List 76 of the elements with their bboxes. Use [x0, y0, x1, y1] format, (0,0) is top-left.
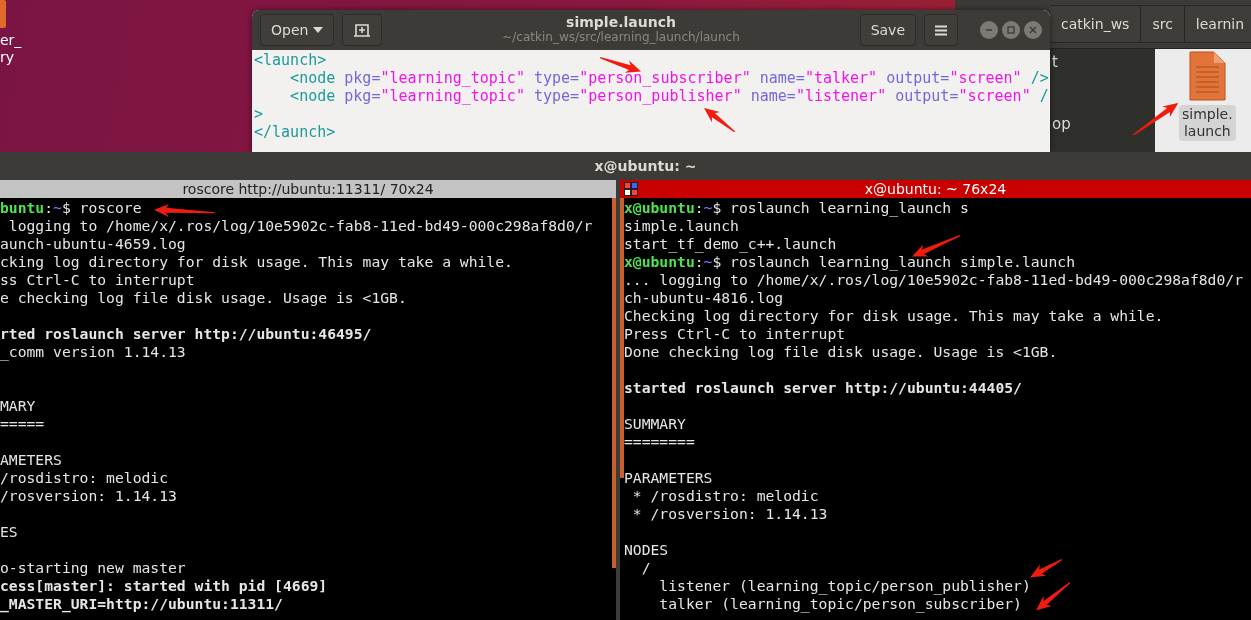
menu-button[interactable]: [924, 14, 958, 46]
output-line: /rosversion: 1.14.13: [0, 487, 177, 505]
close-button[interactable]: [1024, 21, 1042, 39]
sidebar-item[interactable]: t: [1052, 53, 1058, 71]
new-tab-button[interactable]: [342, 14, 383, 46]
minimize-button[interactable]: [980, 21, 998, 39]
open-button[interactable]: Open: [260, 14, 335, 46]
terminal-pane[interactable]: [620, 180, 1251, 620]
output-line: Press Ctrl-C to interrupt: [624, 325, 846, 343]
annotation-arrow: [912, 235, 961, 257]
output-line: o-starting new master: [0, 559, 186, 577]
output-line: start_tf_demo_c++.launch: [624, 235, 837, 253]
output-line: PARAMETERS: [624, 469, 713, 487]
output-line: ss Ctrl-C to interrupt: [0, 271, 195, 289]
output-line: Done checking log file disk usage. Usage is <1GB.: [624, 343, 1058, 361]
output-line: talker (learning_topic/person_subscriber): [658, 595, 1022, 613]
output-line: cess[master]: started with pid [4669]: [0, 577, 328, 595]
output-line: ES: [0, 523, 18, 541]
code-line: <launch>: [254, 51, 327, 69]
output-line: _comm version 1.14.13: [0, 343, 186, 361]
prompt-line: x@ubuntu:~$ roslaunch learning_launch s: [624, 199, 969, 217]
menu-icon: [935, 24, 947, 36]
minimize-icon: [985, 26, 993, 34]
output-line: rted roslaunch server http://ubuntu:46495/: [0, 325, 372, 343]
output-line: logging to /home/x/.ros/log/10e5902c-fab8-11ed-bd49-000c298af8d0/r: [7, 217, 593, 235]
document-icon[interactable]: [1187, 51, 1228, 101]
output-line: ========: [624, 433, 695, 451]
output-line: _MASTER_URI=http://ubuntu:11311/: [0, 595, 283, 613]
output-line: ... logging to /home/x/.ros/log/10e5902c-fab8-11ed-bd49-000c298af8d0/r: [624, 271, 1243, 289]
code-line: <node pkg="learning_topic" type="person_publisher" name="listener" output="screen" /: [289, 87, 1049, 105]
output-line: cking log directory for disk usage. This may take a while.: [0, 253, 513, 271]
path-button[interactable]: catkin_ws: [1050, 5, 1142, 43]
window-subtitle: ~/catkin_ws/src/learning_launch/launch: [502, 30, 740, 45]
code-line: <node pkg="learning_topic" type="person_subscriber" name="talker" output="screen" />: [289, 69, 1049, 87]
path-button[interactable]: learnin: [1184, 5, 1251, 43]
file-name[interactable]: simple. launch: [1179, 105, 1236, 141]
maximize-icon: [1007, 26, 1015, 34]
output-line: e checking log file disk usage. Usage is <1GB.: [0, 289, 407, 307]
new-tab-icon: [353, 22, 372, 38]
output-line: * /rosdistro: melodic: [631, 487, 819, 505]
output-line: listener (learning_topic/person_publisher): [658, 577, 1031, 595]
window-title: x@ubuntu: ~: [593, 157, 698, 176]
output-line: NODES: [624, 541, 669, 559]
annotation-arrow: [154, 204, 215, 218]
output-line: simple.launch: [624, 217, 739, 235]
save-button[interactable]: Save: [859, 14, 916, 46]
path-button[interactable]: src: [1141, 5, 1185, 43]
pane-title[interactable]: roscore http://ubuntu:11311/ 70x24: [0, 180, 616, 198]
output-line: Checking log directory for disk usage. This may take a while.: [624, 307, 1164, 325]
code-line: </launch>: [254, 123, 336, 141]
code-line: >: [254, 105, 264, 123]
pane-title[interactable]: x@ubuntu: ~ 76x24: [620, 180, 1251, 198]
output-line: * /rosversion: 1.14.13: [631, 505, 828, 523]
maximize-button[interactable]: [1002, 21, 1020, 39]
grid-icon: [624, 182, 638, 196]
close-icon: [1029, 26, 1037, 34]
output-line: /: [640, 559, 651, 577]
desktop-icon-label[interactable]: er_ ry: [0, 32, 22, 66]
output-line: ch-ubuntu-4816.log: [624, 289, 784, 307]
output-line: =====: [0, 415, 45, 433]
terminal-pane[interactable]: [0, 180, 616, 620]
caret-icon: [313, 27, 324, 33]
sidebar-item[interactable]: op: [1052, 115, 1071, 133]
output-line: aunch-ubuntu-4659.log: [0, 235, 186, 253]
output-line: started roslaunch server http://ubuntu:44405/: [624, 379, 1022, 397]
prompt-line: x@ubuntu:~$ roslaunch learning_launch simple.launch: [624, 253, 1075, 271]
output-line: SUMMARY: [624, 415, 686, 433]
annotation-arrow: [1132, 103, 1178, 136]
prompt-line: buntu:~$ roscore: [0, 199, 142, 217]
window-title: simple.launch: [566, 15, 676, 30]
output-line: /rosdistro: melodic: [0, 469, 168, 487]
output-line: AMETERS: [0, 451, 62, 469]
annotation-arrow: [704, 108, 736, 133]
annotation-arrow: [1030, 559, 1063, 578]
output-line: MARY: [0, 397, 36, 415]
annotation-arrow: [1036, 581, 1071, 610]
